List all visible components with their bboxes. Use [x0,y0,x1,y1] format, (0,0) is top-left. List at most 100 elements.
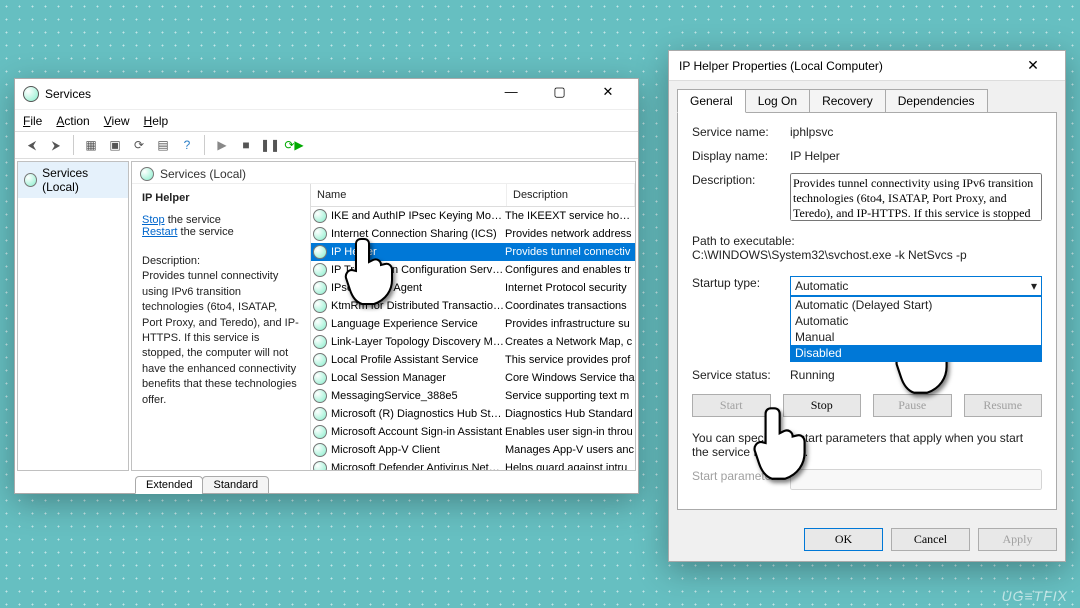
cell-name: Microsoft Defender Antivirus Network I..… [331,462,505,470]
minimize-button[interactable]: — [489,84,533,106]
startup-option[interactable]: Disabled [791,345,1041,361]
value-display-name: IP Helper [790,149,1042,163]
gear-icon [313,425,327,439]
cell-name: Language Experience Service [331,318,505,330]
close-icon[interactable]: ✕ [1011,57,1055,74]
restart-link[interactable]: Restart [142,226,177,238]
services-panel-header: Services (Local) [132,162,635,184]
services-toolbar: ⮜ ⮞ ▦ ▣ ⟳ ▤ ? ▶ ■ ❚❚ ⟳▶ [15,131,638,159]
tab-standard[interactable]: Standard [202,476,269,494]
services-window: Services — ▢ ✕ File Action View Help ⮜ ⮞… [14,78,639,494]
service-row[interactable]: IKE and AuthIP IPsec Keying ModulesThe I… [311,207,635,225]
cancel-button[interactable]: Cancel [891,528,970,551]
tab-general[interactable]: General [677,89,746,113]
toolbar-icon[interactable]: ▣ [104,134,126,156]
close-button[interactable]: ✕ [586,84,630,106]
gear-icon [313,335,327,349]
service-row[interactable]: KtmRm for Distributed Transaction Co...C… [311,297,635,315]
service-detail-pane: IP Helper Stop the service Restart the s… [132,184,310,470]
startup-option[interactable]: Manual [791,329,1041,345]
cell-name: Microsoft (R) Diagnostics Hub Standar... [331,408,505,420]
service-row[interactable]: Link-Layer Topology Discovery MapperCrea… [311,333,635,351]
tab-extended[interactable]: Extended [135,476,203,494]
panel-header-text: Services (Local) [160,167,627,181]
col-name[interactable]: Name [311,184,507,206]
value-service-name: iphlpsvc [790,125,1042,139]
service-row[interactable]: IP HelperProvides tunnel connectiv [311,243,635,261]
service-row[interactable]: Internet Connection Sharing (ICS)Provide… [311,225,635,243]
service-row[interactable]: Microsoft Account Sign-in AssistantEnabl… [311,423,635,441]
refresh-icon[interactable]: ⟳ [128,134,150,156]
resume-button[interactable]: Resume [964,394,1043,417]
start-params-input[interactable] [790,469,1042,490]
label-display-name: Display name: [692,149,790,163]
cell-desc: Helps guard against intru [505,462,635,470]
toolbar-icon[interactable]: ▦ [80,134,102,156]
service-row[interactable]: Microsoft App-V ClientManages App-V user… [311,441,635,459]
service-row[interactable]: MessagingService_388e5Service supporting… [311,387,635,405]
gear-icon [313,281,327,295]
menu-file[interactable]: File [23,114,42,128]
services-grid[interactable]: Name Description IKE and AuthIP IPsec Ke… [310,184,635,470]
startup-type-dropdown[interactable]: Automatic▾ Automatic (Delayed Start)Auto… [790,276,1042,296]
stop-link[interactable]: Stop [142,214,165,226]
back-icon[interactable]: ⮜ [21,134,43,156]
restart-icon[interactable]: ⟳▶ [283,134,305,156]
pause-button[interactable]: Pause [873,394,952,417]
watermark: UG≡TFIX [1001,588,1068,604]
cell-name: IP Translation Configuration Service [331,264,505,276]
cell-desc: Provides tunnel connectiv [505,246,635,258]
tree-node-label: Services (Local) [42,166,122,194]
service-row[interactable]: Microsoft (R) Diagnostics Hub Standar...… [311,405,635,423]
services-titlebar[interactable]: Services — ▢ ✕ [15,79,638,109]
cell-name: KtmRm for Distributed Transaction Co... [331,300,505,312]
service-row[interactable]: Language Experience ServiceProvides infr… [311,315,635,333]
service-row[interactable]: Microsoft Defender Antivirus Network I..… [311,459,635,470]
menu-help[interactable]: Help [144,114,169,128]
properties-title: IP Helper Properties (Local Computer) [679,59,1011,73]
tab-recovery[interactable]: Recovery [809,89,886,112]
cell-name: IKE and AuthIP IPsec Keying Modules [331,210,505,222]
cell-desc: Manages App-V users anc [505,444,635,456]
service-row[interactable]: IPsec Policy AgentInternet Protocol secu… [311,279,635,297]
tree-node-services-local[interactable]: Services (Local) [18,162,128,198]
play-icon[interactable]: ▶ [211,134,233,156]
stop-icon[interactable]: ■ [235,134,257,156]
export-icon[interactable]: ▤ [152,134,174,156]
properties-titlebar[interactable]: IP Helper Properties (Local Computer) ✕ [669,51,1065,81]
services-tree[interactable]: Services (Local) [17,161,129,471]
services-menubar: File Action View Help [15,109,638,131]
cell-desc: Configures and enables tr [505,264,635,276]
service-row[interactable]: Local Profile Assistant ServiceThis serv… [311,351,635,369]
pause-icon[interactable]: ❚❚ [259,134,281,156]
services-title: Services [45,87,489,101]
description-textarea[interactable]: Provides tunnel connectivity using IPv6 … [790,173,1042,221]
label-status: Service status: [692,368,790,382]
gear-icon [313,353,327,367]
service-row[interactable]: Local Session ManagerCore Windows Servic… [311,369,635,387]
cell-desc: Core Windows Service tha [505,372,635,384]
col-description[interactable]: Description [507,184,635,206]
menu-action[interactable]: Action [56,114,89,128]
startup-option[interactable]: Automatic [791,313,1041,329]
cell-name: MessagingService_388e5 [331,390,505,402]
service-row[interactable]: IP Translation Configuration ServiceConf… [311,261,635,279]
maximize-button[interactable]: ▢ [538,84,582,106]
startup-type-list[interactable]: Automatic (Delayed Start)AutomaticManual… [790,296,1042,362]
gear-icon [313,263,327,277]
start-button[interactable]: Start [692,394,771,417]
help-icon[interactable]: ? [176,134,198,156]
ok-button[interactable]: OK [804,528,883,551]
detail-heading: IP Helper [142,192,300,204]
gear-icon [313,389,327,403]
startup-option[interactable]: Automatic (Delayed Start) [791,297,1041,313]
tab-logon[interactable]: Log On [745,89,810,112]
gear-icon [24,173,37,187]
gear-icon [313,461,327,470]
forward-icon[interactable]: ⮞ [45,134,67,156]
stop-button[interactable]: Stop [783,394,862,417]
apply-button[interactable]: Apply [978,528,1057,551]
cell-name: Microsoft Account Sign-in Assistant [331,426,505,438]
menu-view[interactable]: View [104,114,130,128]
tab-dependencies[interactable]: Dependencies [885,89,988,112]
